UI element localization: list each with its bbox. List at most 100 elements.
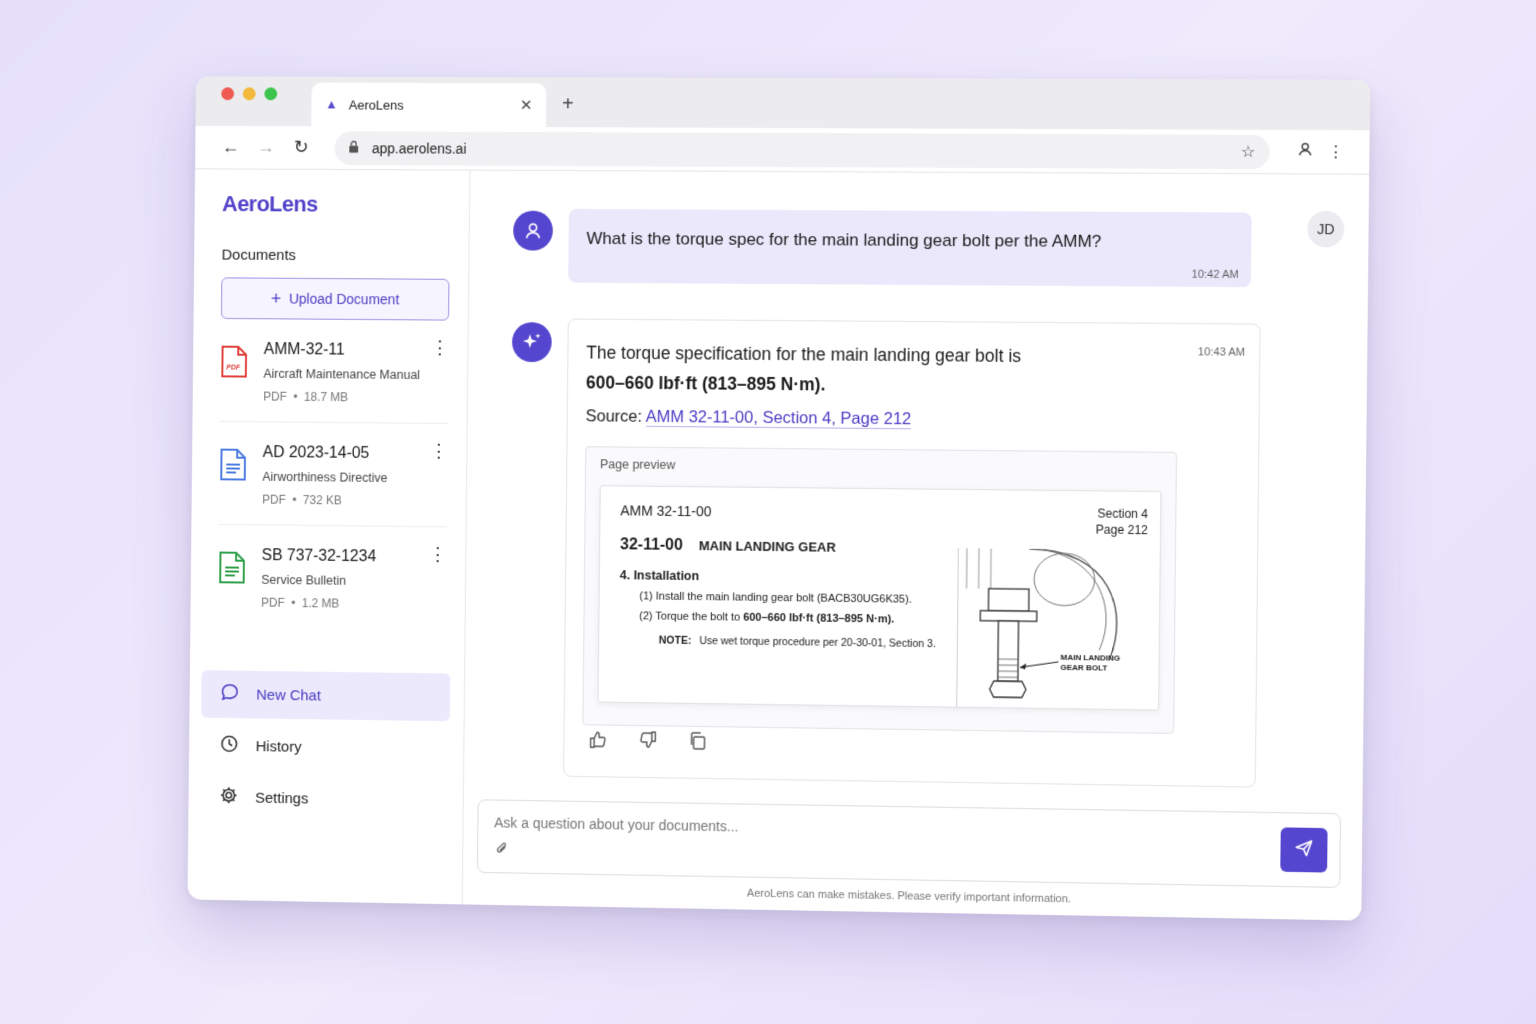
assistant-avatar <box>511 322 552 363</box>
sparkle-icon <box>522 333 541 349</box>
copy-icon[interactable] <box>687 731 707 756</box>
document-type: PDF <box>263 389 287 404</box>
window-controls <box>221 87 278 101</box>
assistant-message-card: 10:43 AM The torque specification for th… <box>563 318 1261 788</box>
document-menu-icon[interactable]: ⋮ <box>429 544 447 564</box>
plus-icon: + <box>270 288 282 308</box>
sidebar-item-history[interactable]: History <box>201 722 450 773</box>
send-button[interactable] <box>1280 827 1328 873</box>
document-subtitle: Aircraft Maintenance Manual <box>263 366 421 382</box>
aerolens-favicon-icon: ▲ <box>325 96 338 112</box>
thumbs-up-icon[interactable] <box>588 729 608 754</box>
page-doc-id: AMM 32-11-00 <box>620 502 712 520</box>
back-arrow-icon[interactable]: ← <box>213 137 248 158</box>
source-link[interactable]: AMM 32-11-00, Section 4, Page 212 <box>645 407 912 430</box>
step-2-value: 600–660 lbf·ft (813–895 N·m). <box>743 611 895 626</box>
sidebar-item-label: New Chat <box>256 686 321 704</box>
close-tab-icon[interactable]: ✕ <box>520 96 533 114</box>
page-preview[interactable]: Page preview AMM 32-11-00 Section 4 Page… <box>582 446 1178 734</box>
send-icon <box>1294 837 1315 858</box>
chat-panel: What is the torque spec for the main lan… <box>462 170 1370 921</box>
sidebar: AeroLens Documents + Upload Document PDF… <box>187 169 471 905</box>
step-2-text: (2) Torque the bolt to <box>639 610 744 624</box>
assistant-message-text: The torque specification for the main la… <box>586 338 1241 404</box>
user-initials-avatar[interactable]: JD <box>1307 210 1345 248</box>
address-bar[interactable]: app.aerolens.ai ☆ <box>334 130 1270 169</box>
chat-composer <box>476 799 1342 888</box>
attachment-paperclip-icon[interactable] <box>494 840 510 860</box>
document-menu-icon[interactable]: ⋮ <box>431 337 449 357</box>
answer-value: 600–660 lbf·ft (813–895 N·m). <box>585 372 826 395</box>
document-title: AMM-32-11 <box>263 341 345 359</box>
page-preview-label: Page preview <box>599 457 676 473</box>
documents-heading: Documents <box>221 246 297 264</box>
document-subtitle: Service Bulletin <box>261 572 347 588</box>
svg-text:MAIN LANDING: MAIN LANDING <box>1060 653 1120 663</box>
document-meta: PDF • 732 KB <box>262 492 342 508</box>
app-body: AeroLens Documents + Upload Document PDF… <box>187 169 1370 921</box>
browser-menu-icon[interactable]: ⋮ <box>1320 142 1351 162</box>
user-message-bubble: What is the torque spec for the main lan… <box>568 208 1252 288</box>
landing-gear-bolt-diagram: MAIN LANDING GEAR BOLT <box>956 548 1150 710</box>
svg-text:PDF: PDF <box>226 364 240 371</box>
document-subtitle: Airworthiness Directive <box>262 469 388 485</box>
sidebar-item-settings[interactable]: Settings <box>200 773 449 825</box>
browser-tab[interactable]: ▲ AeroLens ✕ <box>311 82 547 128</box>
disclaimer-text: AeroLens can make mistakes. Please verif… <box>746 887 1072 906</box>
page-section: Section 4 <box>1097 506 1149 522</box>
answer-text: The torque specification for the main la… <box>586 342 1022 367</box>
document-type: PDF <box>262 492 286 507</box>
document-page-thumbnail: AMM 32-11-00 Section 4 Page 212 32-11-00… <box>597 485 1162 711</box>
forward-arrow-icon[interactable]: → <box>248 137 284 158</box>
thumbs-down-icon[interactable] <box>638 730 658 755</box>
new-tab-button[interactable]: + <box>562 93 574 116</box>
sidebar-item-label: History <box>255 737 302 756</box>
document-size: 1.2 MB <box>301 596 340 611</box>
lock-icon <box>348 140 366 156</box>
feedback-actions <box>588 729 708 756</box>
document-item-amm[interactable]: PDF AMM-32-11 Aircraft Maintenance Manua… <box>219 318 450 424</box>
close-window-button[interactable] <box>221 87 235 101</box>
bookmark-star-icon[interactable]: ☆ <box>1241 141 1256 161</box>
pdf-file-icon: PDF <box>220 345 248 379</box>
maximize-window-button[interactable] <box>264 87 278 101</box>
document-type: PDF <box>261 595 285 610</box>
reload-icon[interactable]: ↻ <box>283 137 319 158</box>
note-text: Use wet torque procedure per 20-30-01, S… <box>699 635 936 651</box>
page-section-info: Section 4 Page 212 <box>1096 505 1148 538</box>
document-menu-icon[interactable]: ⋮ <box>430 441 448 461</box>
document-list: PDF AMM-32-11 Aircraft Maintenance Manua… <box>218 318 450 630</box>
url-text: app.aerolens.ai <box>371 139 467 157</box>
document-title: AD 2023-14-05 <box>262 444 370 462</box>
document-size: 732 KB <box>302 493 342 508</box>
page-number: Page 212 <box>1095 522 1148 538</box>
document-item-sb[interactable]: SB 737-32-1234 Service Bulletin PDF • 1.… <box>218 525 447 630</box>
clock-icon <box>218 733 240 758</box>
document-meta: PDF • 1.2 MB <box>261 595 340 611</box>
chapter-number: 32-11-00 <box>619 536 683 554</box>
upload-button-label: Upload Document <box>288 290 400 308</box>
sidebar-item-new-chat[interactable]: New Chat <box>201 670 451 722</box>
document-title: SB 737-32-1234 <box>261 547 377 566</box>
document-meta: PDF • 18.7 MB <box>263 389 349 405</box>
document-item-ad[interactable]: AD 2023-14-05 Airworthiness Directive PD… <box>218 421 448 528</box>
tab-title: AeroLens <box>348 97 404 113</box>
chapter-title: MAIN LANDING GEAR <box>698 538 836 555</box>
profile-icon[interactable] <box>1290 141 1321 162</box>
sidebar-item-label: Settings <box>255 789 309 807</box>
title-bar: ▲ AeroLens ✕ + <box>195 76 1371 131</box>
user-avatar <box>513 210 554 251</box>
user-message-text: What is the torque spec for the main lan… <box>586 228 1102 251</box>
upload-document-button[interactable]: + Upload Document <box>220 277 450 321</box>
minimize-window-button[interactable] <box>242 87 256 101</box>
sheet-file-icon <box>218 551 246 585</box>
svg-text:GEAR BOLT: GEAR BOLT <box>1060 663 1107 673</box>
assistant-message-timestamp: 10:43 AM <box>1197 346 1246 359</box>
note-label: NOTE: <box>658 634 692 647</box>
user-icon <box>523 221 543 241</box>
document-size: 18.7 MB <box>303 389 349 405</box>
user-message-timestamp: 10:42 AM <box>1191 268 1239 282</box>
gear-icon <box>218 785 240 810</box>
chat-bubble-icon <box>219 682 241 707</box>
chat-input[interactable] <box>494 814 1196 843</box>
